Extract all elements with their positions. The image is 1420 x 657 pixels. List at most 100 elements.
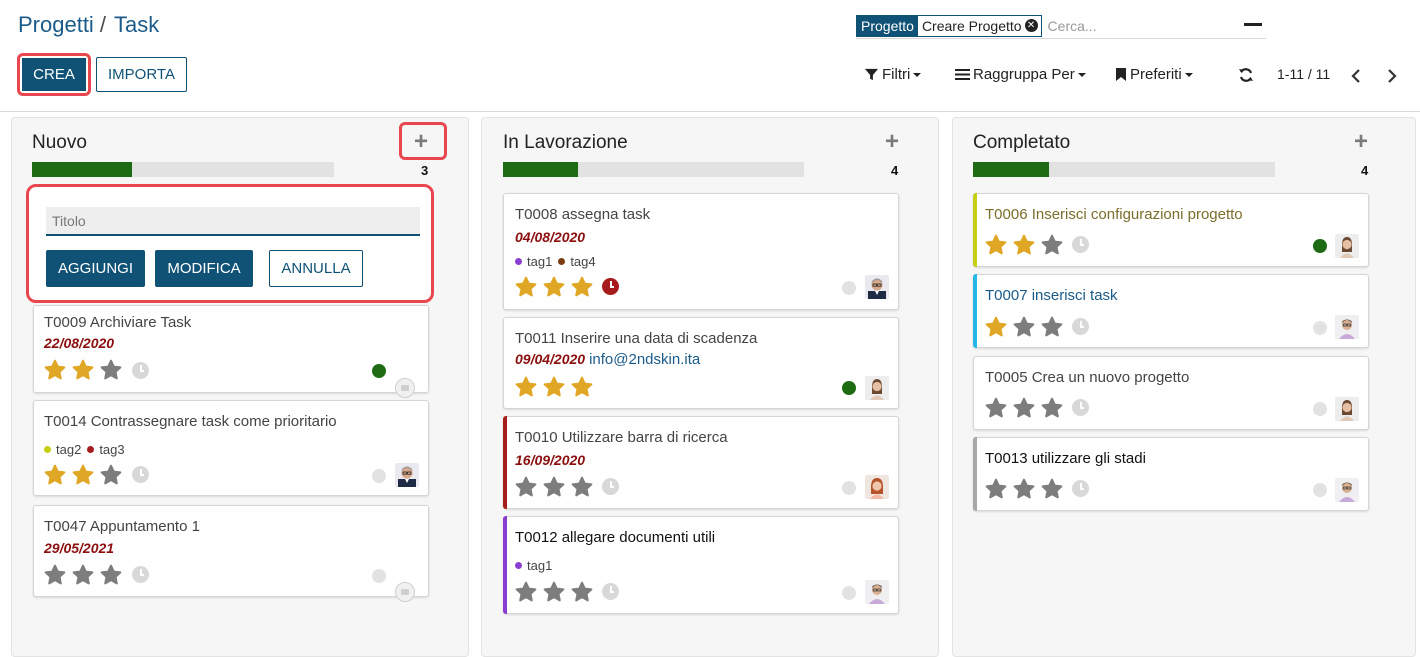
column-progress-bar[interactable] xyxy=(503,162,804,177)
pager-next-icon[interactable] xyxy=(1386,68,1398,89)
priority-stars[interactable] xyxy=(515,376,599,398)
assignee-avatar[interactable] xyxy=(1335,234,1359,258)
task-email-link[interactable]: info@2ndskin.ita xyxy=(589,351,700,368)
task-card[interactable]: T0008 assegna task 04/08/2020 tag1 tag4 xyxy=(503,193,899,310)
star-empty-icon[interactable] xyxy=(571,581,593,603)
cancel-button[interactable]: ANNULLA xyxy=(269,250,363,287)
star-empty-icon[interactable] xyxy=(100,564,122,586)
task-card[interactable]: T0007 inserisci task xyxy=(973,274,1369,348)
task-card[interactable]: T0005 Crea un nuovo progetto xyxy=(973,356,1369,430)
status-indicator[interactable] xyxy=(842,381,856,395)
clock-overdue-icon[interactable] xyxy=(602,278,619,295)
star-empty-icon[interactable] xyxy=(100,359,122,381)
status-indicator[interactable] xyxy=(1313,402,1327,416)
star-empty-icon[interactable] xyxy=(571,476,593,498)
assignee-avatar[interactable] xyxy=(395,463,419,487)
avatar-placeholder-icon[interactable] xyxy=(395,582,415,602)
priority-stars[interactable] xyxy=(985,316,1069,338)
clock-icon[interactable] xyxy=(132,566,149,583)
star-empty-icon[interactable] xyxy=(543,476,565,498)
favorites-dropdown[interactable]: Preferiti xyxy=(1115,66,1193,83)
star-filled-icon[interactable] xyxy=(44,464,66,486)
star-filled-icon[interactable] xyxy=(543,376,565,398)
facet-remove-icon[interactable]: ✕ xyxy=(1024,19,1038,32)
edit-button[interactable]: MODIFICA xyxy=(155,250,253,287)
column-progress-bar[interactable] xyxy=(973,162,1275,177)
clock-icon[interactable] xyxy=(1072,399,1089,416)
clock-icon[interactable] xyxy=(602,478,619,495)
task-card[interactable]: T0006 Inserisci configurazioni progetto xyxy=(973,193,1369,267)
task-card[interactable]: T0013 utilizzare gli stadi xyxy=(973,437,1369,511)
create-button[interactable]: CREA xyxy=(22,58,86,91)
clock-icon[interactable] xyxy=(1072,318,1089,335)
priority-stars[interactable] xyxy=(515,476,599,498)
status-indicator[interactable] xyxy=(842,481,856,495)
task-card[interactable]: T0014 Contrassegnare task come prioritar… xyxy=(33,400,429,496)
star-empty-icon[interactable] xyxy=(1013,316,1035,338)
title-input[interactable] xyxy=(46,207,420,236)
task-card[interactable]: T0012 allegare documenti utili tag1 xyxy=(503,516,899,614)
star-empty-icon[interactable] xyxy=(985,397,1007,419)
star-filled-icon[interactable] xyxy=(515,376,537,398)
star-empty-icon[interactable] xyxy=(1041,316,1063,338)
pager-value[interactable]: 1-11 / 11 xyxy=(1277,66,1330,82)
status-indicator[interactable] xyxy=(842,281,856,295)
star-filled-icon[interactable] xyxy=(571,276,593,298)
star-empty-icon[interactable] xyxy=(515,581,537,603)
search-input[interactable] xyxy=(1045,16,1206,35)
status-indicator[interactable] xyxy=(1313,321,1327,335)
priority-stars[interactable] xyxy=(985,397,1069,419)
star-filled-icon[interactable] xyxy=(571,376,593,398)
clock-icon[interactable] xyxy=(132,362,149,379)
assignee-avatar[interactable] xyxy=(1335,478,1359,502)
star-empty-icon[interactable] xyxy=(44,564,66,586)
task-card[interactable]: T0010 Utilizzare barra di ricerca 16/09/… xyxy=(503,416,899,509)
column-progress-bar[interactable] xyxy=(32,162,334,177)
assignee-avatar[interactable] xyxy=(865,475,889,499)
add-card-icon[interactable]: + xyxy=(1354,130,1368,154)
star-filled-icon[interactable] xyxy=(72,464,94,486)
assignee-avatar[interactable] xyxy=(1335,315,1359,339)
star-filled-icon[interactable] xyxy=(543,276,565,298)
star-empty-icon[interactable] xyxy=(72,564,94,586)
status-indicator[interactable] xyxy=(372,364,386,378)
assignee-avatar[interactable] xyxy=(865,376,889,400)
clock-icon[interactable] xyxy=(1072,480,1089,497)
star-empty-icon[interactable] xyxy=(100,464,122,486)
group-by-dropdown[interactable]: Raggruppa Per xyxy=(955,66,1086,83)
star-filled-icon[interactable] xyxy=(985,316,1007,338)
star-filled-icon[interactable] xyxy=(44,359,66,381)
import-button[interactable]: IMPORTA xyxy=(96,57,187,92)
refresh-icon[interactable] xyxy=(1238,67,1254,88)
star-empty-icon[interactable] xyxy=(985,478,1007,500)
filters-dropdown[interactable]: Filtri xyxy=(864,66,922,83)
star-empty-icon[interactable] xyxy=(1041,478,1063,500)
search-options-toggle[interactable] xyxy=(1244,23,1262,26)
star-empty-icon[interactable] xyxy=(1013,397,1035,419)
status-indicator[interactable] xyxy=(1313,239,1327,253)
star-filled-icon[interactable] xyxy=(72,359,94,381)
priority-stars[interactable] xyxy=(44,359,128,381)
star-empty-icon[interactable] xyxy=(1013,478,1035,500)
breadcrumb-parent-link[interactable]: Progetti xyxy=(18,12,94,37)
star-empty-icon[interactable] xyxy=(1041,397,1063,419)
priority-stars[interactable] xyxy=(515,276,599,298)
star-filled-icon[interactable] xyxy=(515,276,537,298)
task-card[interactable]: T0011 Inserire una data di scadenza 09/0… xyxy=(503,317,899,409)
status-indicator[interactable] xyxy=(1313,483,1327,497)
status-indicator[interactable] xyxy=(372,569,386,583)
add-button[interactable]: AGGIUNGI xyxy=(46,250,145,287)
pager-previous-icon[interactable] xyxy=(1350,68,1362,89)
star-empty-icon[interactable] xyxy=(1041,234,1063,256)
star-empty-icon[interactable] xyxy=(543,581,565,603)
task-card[interactable]: T0009 Archiviare Task 22/08/2020 xyxy=(33,305,429,398)
star-empty-icon[interactable] xyxy=(515,476,537,498)
task-card[interactable]: T0047 Appuntamento 1 29/05/2021 xyxy=(33,505,429,602)
priority-stars[interactable] xyxy=(515,581,599,603)
status-indicator[interactable] xyxy=(372,469,386,483)
priority-stars[interactable] xyxy=(44,564,128,586)
clock-icon[interactable] xyxy=(1072,236,1089,253)
priority-stars[interactable] xyxy=(985,234,1069,256)
star-filled-icon[interactable] xyxy=(1013,234,1035,256)
add-card-icon[interactable]: + xyxy=(885,130,899,154)
